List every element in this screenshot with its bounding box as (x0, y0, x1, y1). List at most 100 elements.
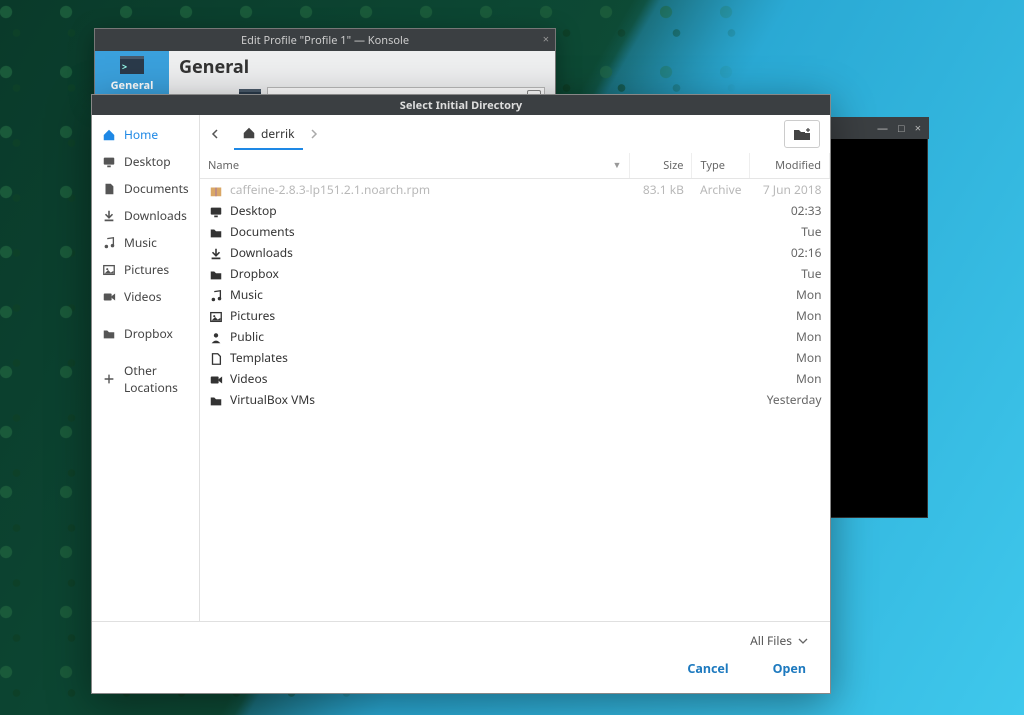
sidebar-item-documents[interactable]: Documents (92, 175, 199, 202)
sidebar-item-music[interactable]: Music (92, 229, 199, 256)
file-name: Desktop (230, 202, 277, 219)
file-type (692, 284, 750, 305)
filter-label: All Files (750, 632, 792, 649)
nav-forward-button[interactable] (309, 129, 325, 139)
file-size (630, 389, 692, 410)
new-folder-icon (793, 127, 811, 141)
videos-icon (102, 290, 116, 304)
file-size (630, 242, 692, 263)
terminal-icon (120, 56, 144, 74)
file-size (630, 368, 692, 389)
sidebar-item-dropbox[interactable]: Dropbox (92, 320, 199, 347)
column-header-name[interactable]: Name▼ (200, 153, 630, 179)
sidebar-item-pictures[interactable]: Pictures (92, 256, 199, 283)
column-header-type[interactable]: Type (692, 153, 750, 179)
file-row[interactable]: Documents Tue (200, 221, 830, 242)
home-icon (102, 128, 116, 142)
column-header-modified[interactable]: Modified (750, 153, 830, 179)
file-size (630, 305, 692, 326)
sidebar-item-label: Downloads (124, 207, 187, 224)
file-name: Videos (230, 370, 267, 387)
file-name: Pictures (230, 307, 275, 324)
file-type-filter[interactable]: All Files (744, 628, 814, 653)
sidebar-item-videos[interactable]: Videos (92, 283, 199, 310)
nav-back-button[interactable] (210, 129, 228, 139)
file-row[interactable]: DropboxTue (200, 263, 830, 284)
sidebar-item-home[interactable]: Home (92, 121, 199, 148)
file-size: 83.1 kB (630, 179, 692, 201)
person-icon (209, 331, 223, 345)
column-header-size[interactable]: Size (630, 153, 692, 179)
edit-profile-tab-label: General (111, 78, 154, 93)
edit-profile-title: Edit Profile "Profile 1" — Konsole (241, 33, 409, 48)
terminal-window[interactable]: — □ × (830, 138, 928, 518)
edit-profile-window: Edit Profile "Profile 1" — Konsole × Gen… (94, 28, 556, 98)
file-modified: Mon (750, 326, 830, 347)
file-name: Music (230, 286, 263, 303)
file-row[interactable]: Downloads02:16 (200, 242, 830, 263)
pictures-icon (209, 310, 223, 324)
sidebar-item-label: Pictures (124, 261, 169, 278)
file-row[interactable]: Videos Mon (200, 368, 830, 389)
edit-profile-tab-general[interactable]: General (95, 51, 169, 97)
file-type (692, 200, 750, 221)
file-chooser-dialog: Select Initial Directory Home Desktop Docu… (91, 94, 831, 694)
edit-profile-close-icon[interactable]: × (543, 32, 549, 47)
file-row[interactable]: caffeine-2.8.3-lp151.2.1.noarch.rpm83.1 … (200, 179, 830, 201)
dialog-titlebar[interactable]: Select Initial Directory (92, 95, 830, 115)
pictures-icon (102, 263, 116, 277)
edit-profile-content: General × (169, 51, 555, 97)
edit-profile-titlebar[interactable]: Edit Profile "Profile 1" — Konsole × (95, 29, 555, 51)
path-bar: derrik (200, 115, 830, 153)
file-type (692, 389, 750, 410)
package-icon (209, 184, 223, 198)
chevron-right-icon (309, 129, 319, 139)
file-list[interactable]: Name▼ Size Type Modified caffeine-2.8.3-… (200, 153, 830, 621)
file-row[interactable]: TemplatesMon (200, 347, 830, 368)
sidebar-item-desktop[interactable]: Desktop (92, 148, 199, 175)
sidebar-item-downloads[interactable]: Downloads (92, 202, 199, 229)
sidebar-item-label: Documents (124, 180, 189, 197)
file-row[interactable]: Desktop02:33 (200, 200, 830, 221)
home-icon (242, 126, 256, 140)
file-row[interactable]: PicturesMon (200, 305, 830, 326)
sidebar-item-other-locations[interactable]: Other Locations (92, 357, 199, 401)
file-type: Archive (692, 179, 750, 201)
file-name: Downloads (230, 244, 293, 261)
file-type (692, 326, 750, 347)
file-size (630, 284, 692, 305)
file-size (630, 326, 692, 347)
sidebar-item-label: Home (124, 126, 158, 143)
music-icon (102, 236, 116, 250)
maximize-icon[interactable]: □ (898, 121, 905, 136)
file-name: Documents (230, 223, 295, 240)
file-type (692, 263, 750, 284)
file-modified: Tue (750, 221, 830, 242)
file-row[interactable]: VirtualBox VMsYesterday (200, 389, 830, 410)
file-size (630, 200, 692, 221)
desktop-icon (209, 205, 223, 219)
desktop-icon (102, 155, 116, 169)
new-folder-button[interactable] (784, 120, 820, 148)
file-name: Dropbox (230, 265, 279, 282)
download-icon (209, 247, 223, 261)
cancel-button[interactable]: Cancel (679, 654, 736, 683)
file-size (630, 347, 692, 368)
file-row[interactable]: MusicMon (200, 284, 830, 305)
column-headers: Name▼ Size Type Modified (200, 153, 830, 179)
file-name: VirtualBox VMs (230, 391, 315, 408)
path-segment-home[interactable]: derrik (234, 119, 303, 150)
plus-icon (102, 372, 116, 386)
file-row[interactable]: Public Mon (200, 326, 830, 347)
file-name: Templates (230, 349, 288, 366)
folder-icon (102, 327, 116, 341)
terminal-titlebar[interactable]: — □ × (829, 117, 929, 139)
file-type (692, 347, 750, 368)
open-button[interactable]: Open (765, 654, 814, 683)
minimize-icon[interactable]: — (877, 121, 888, 136)
close-icon[interactable]: × (915, 121, 921, 136)
sidebar-item-label: Videos (124, 288, 161, 305)
folder-icon (209, 226, 223, 240)
file-modified: Mon (750, 368, 830, 389)
file-name: Public (230, 328, 264, 345)
